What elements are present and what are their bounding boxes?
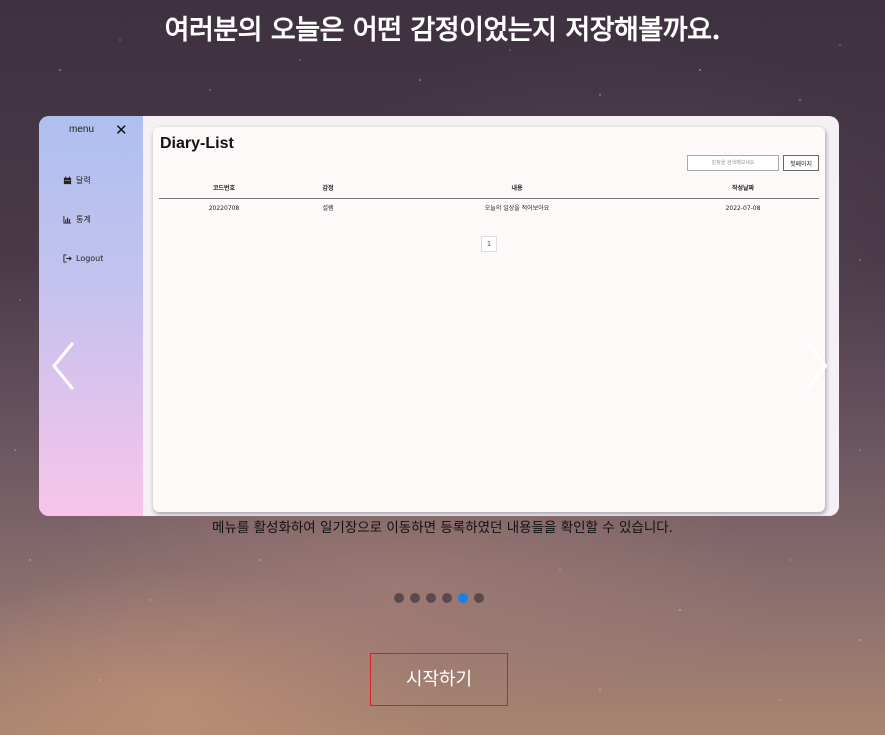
carousel-dot[interactable] [458, 593, 468, 603]
table-cell: 설렘 [322, 205, 334, 212]
pagination-page-button[interactable]: 1 [481, 236, 497, 252]
carousel-dot[interactable] [474, 593, 484, 603]
sidebar-item-logout[interactable]: Logout [63, 254, 103, 263]
table-cell: 오늘의 일상을 적어보아요 [484, 205, 550, 212]
search-input[interactable] [687, 155, 779, 171]
carousel-indicators [394, 593, 484, 603]
bar-chart-icon [63, 215, 72, 224]
column-header: 작성날짜 [731, 185, 755, 192]
sidebar-item-label: 통계 [76, 215, 91, 224]
table-cell: 2022-07-08 [725, 205, 761, 212]
sidebar-item-label: Logout [76, 254, 104, 263]
close-icon[interactable]: ✕ [115, 121, 128, 139]
page-headline: 여러분의 오늘은 어떤 감정이었는지 저장해볼까요. [164, 15, 721, 46]
diary-table: 코드번호 감정 내용 작성날짜 20220708 설렘 오늘의 일상을 적어보아… [159, 179, 819, 219]
column-header: 감정 [322, 185, 334, 192]
sidebar-item-calendar[interactable]: 달력 [63, 175, 91, 186]
table-cell: 20220708 [208, 205, 240, 212]
carousel-dot[interactable] [410, 593, 420, 603]
chevron-left-icon[interactable] [44, 338, 84, 394]
sidebar-item-stats[interactable]: 통계 [63, 214, 91, 225]
sidebar: menu ✕ 달력 통계 Logout [39, 116, 143, 516]
carousel-slide: menu ✕ 달력 통계 Logout Diary-List 감정을 검색해보세… [39, 116, 839, 516]
carousel-dot[interactable] [394, 593, 404, 603]
sidebar-item-label: 달력 [76, 176, 91, 185]
carousel-dot[interactable] [426, 593, 436, 603]
slide-caption: 메뉴를 활성화하여 일기장으로 이동하면 등록하였던 내용들을 확인할 수 있습… [212, 520, 673, 536]
start-button[interactable]: 시작하기 [370, 653, 508, 706]
carousel-dot[interactable] [442, 593, 452, 603]
calendar-icon [63, 176, 72, 185]
table-row[interactable]: 20220708 설렘 오늘의 일상을 적어보아요 2022-07-08 [159, 199, 819, 219]
menu-title: menu [69, 124, 95, 135]
first-page-button[interactable]: 첫페이지 [783, 155, 819, 171]
chevron-right-icon[interactable] [796, 338, 836, 394]
logout-icon [63, 254, 72, 263]
column-header: 코드번호 [212, 185, 236, 192]
diary-list-panel: Diary-List 첫페이지 코드번호 감정 내용 작성날짜 20220708… [153, 127, 825, 512]
table-header: 코드번호 감정 내용 작성날짜 [159, 179, 819, 199]
column-header: 내용 [511, 185, 523, 192]
panel-title: Diary-List [160, 135, 234, 152]
